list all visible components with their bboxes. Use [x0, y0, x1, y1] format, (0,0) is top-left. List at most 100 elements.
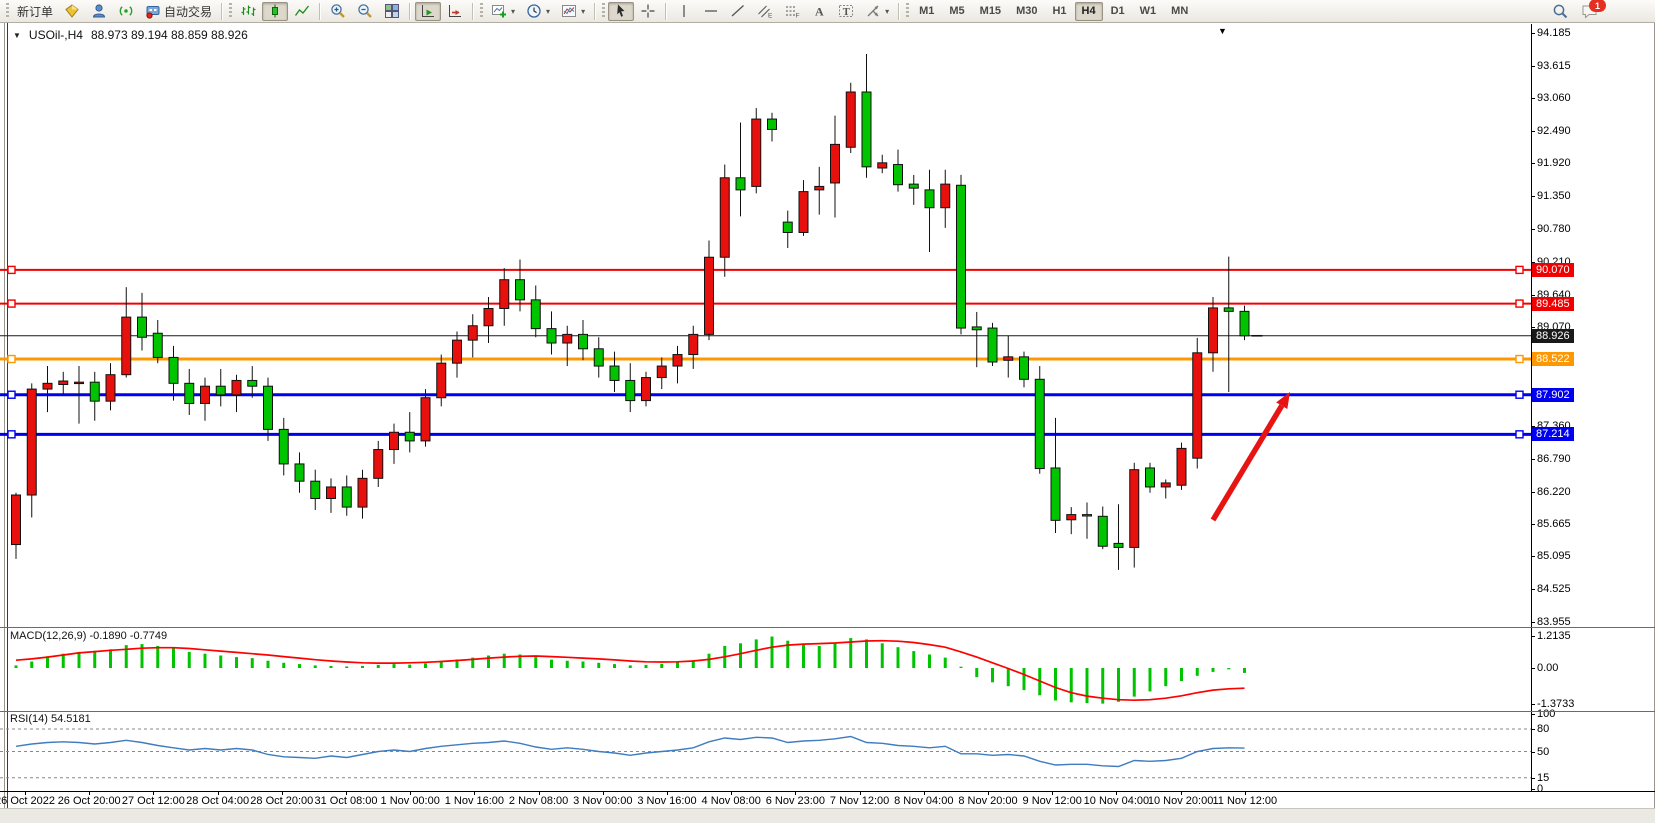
- toolbar-separator: [319, 3, 321, 20]
- price-tick-label: 90.780: [1537, 223, 1571, 235]
- macd-chart[interactable]: [0, 628, 1531, 710]
- price-tick: [1531, 33, 1535, 34]
- price-line-badge: 90.070: [1532, 263, 1574, 277]
- timeframe-m15[interactable]: M15: [973, 2, 1008, 21]
- dropdown-arrow: ▾: [885, 7, 889, 16]
- timeframe-d1[interactable]: D1: [1104, 2, 1132, 21]
- toolbar-grip[interactable]: [480, 3, 483, 19]
- toolbar-grip[interactable]: [6, 3, 9, 19]
- zoom-out-icon: [357, 3, 373, 19]
- macd-axis-label: 0.00: [1537, 662, 1558, 674]
- rsi-indicator-label: RSI(14) 54.5181: [10, 713, 91, 725]
- auto-scroll-button[interactable]: [415, 2, 441, 21]
- timeframe-h4[interactable]: H4: [1075, 2, 1103, 21]
- crosshair-button[interactable]: [635, 2, 661, 21]
- chart-shift-button[interactable]: [442, 2, 468, 21]
- time-label: 31 Oct 08:00: [315, 795, 378, 807]
- new-order-button[interactable]: 新订单: [12, 2, 58, 21]
- time-label: 8 Nov 04:00: [894, 795, 953, 807]
- timeframe-m1[interactable]: M1: [912, 2, 941, 21]
- horizontal-line-icon: [703, 3, 719, 19]
- price-tick-label: 93.060: [1537, 92, 1571, 104]
- timeframe-w1[interactable]: W1: [1133, 2, 1164, 21]
- bottom-scroll-strip[interactable]: [0, 808, 1655, 823]
- template-button[interactable]: ▾: [556, 2, 590, 21]
- notification-badge: 1: [1589, 0, 1606, 12]
- price-tick-label: 86.220: [1537, 486, 1571, 498]
- scroll-end-marker-icon[interactable]: ▼: [1218, 26, 1227, 36]
- rsi-panel[interactable]: [0, 712, 1531, 790]
- chart-bars-button[interactable]: [235, 2, 261, 21]
- timeframe-m30[interactable]: M30: [1009, 2, 1044, 21]
- time-label: 2 Nov 08:00: [509, 795, 568, 807]
- add-indicator-button[interactable]: ▾: [486, 2, 520, 21]
- toolbar-separator: [409, 3, 411, 20]
- autotrading-icon: [145, 3, 161, 19]
- chart-candles-button[interactable]: [262, 2, 288, 21]
- price-tick-label: 92.490: [1537, 125, 1571, 137]
- fibonacci-button[interactable]: F: [779, 2, 805, 21]
- arrows-button[interactable]: ▾: [860, 2, 894, 21]
- trendline-button[interactable]: [725, 2, 751, 21]
- candlestick-chart[interactable]: [0, 24, 1531, 627]
- signal-icon: [118, 3, 134, 19]
- price-tick-label: 84.525: [1537, 583, 1571, 595]
- mql-community-button[interactable]: [59, 2, 85, 21]
- text-label-button[interactable]: T: [833, 2, 859, 21]
- vertical-line-button[interactable]: [671, 2, 697, 21]
- rsi-axis-tick: [1531, 778, 1535, 779]
- price-tick: [1531, 622, 1535, 623]
- timeframe-mn[interactable]: MN: [1164, 2, 1195, 21]
- macd-panel-splitter[interactable]: [0, 627, 1655, 628]
- price-tick-label: 94.185: [1537, 27, 1571, 39]
- rsi-panel-splitter[interactable]: [0, 711, 1655, 712]
- horizontal-line-button[interactable]: [698, 2, 724, 21]
- rsi-axis-tick: [1531, 752, 1535, 753]
- periods-button[interactable]: ▾: [521, 2, 555, 21]
- zoom-out-button[interactable]: [352, 2, 378, 21]
- price-tick: [1531, 131, 1535, 132]
- bar-chart-icon: [240, 3, 256, 19]
- svg-text:F: F: [796, 13, 800, 20]
- svg-text:A: A: [815, 5, 824, 19]
- price-tick: [1531, 163, 1535, 164]
- tile-windows-button[interactable]: [379, 2, 405, 21]
- price-line-badge: 87.902: [1532, 388, 1574, 402]
- profile-button[interactable]: [86, 2, 112, 21]
- arrows-icon: [865, 3, 881, 19]
- time-label: 3 Nov 00:00: [573, 795, 632, 807]
- chart-line-button[interactable]: [289, 2, 315, 21]
- rsi-axis-tick: [1531, 729, 1535, 730]
- autotrading-button[interactable]: 自动交易: [140, 2, 217, 21]
- equidistant-channel-button[interactable]: E: [752, 2, 778, 21]
- search-button[interactable]: [1552, 3, 1569, 20]
- timeframe-m5[interactable]: M5: [942, 2, 971, 21]
- cursor-icon: [613, 3, 629, 19]
- cursor-button[interactable]: [608, 2, 634, 21]
- toolbar-grip[interactable]: [602, 3, 605, 19]
- price-line-badge: 88.926: [1532, 329, 1574, 343]
- price-line-badge: 89.485: [1532, 297, 1574, 311]
- new-order-label: 新订单: [17, 3, 53, 20]
- main-chart-area[interactable]: [0, 24, 1531, 627]
- macd-panel[interactable]: [0, 628, 1531, 710]
- rsi-axis-label: 50: [1537, 746, 1549, 758]
- toolbar-separator: [594, 3, 596, 20]
- collapse-triangle-icon[interactable]: ▼: [13, 31, 21, 40]
- time-label: 7 Nov 12:00: [830, 795, 889, 807]
- timeframe-h1[interactable]: H1: [1045, 2, 1073, 21]
- price-tick: [1531, 524, 1535, 525]
- toolbar: 新订单 自动交易: [0, 0, 1655, 23]
- rsi-chart[interactable]: [0, 712, 1531, 790]
- text-button[interactable]: A: [806, 2, 832, 21]
- toolbar-grip[interactable]: [906, 3, 909, 19]
- toolbar-grip[interactable]: [229, 3, 232, 19]
- notifications-button[interactable]: 1: [1581, 3, 1599, 20]
- toolbar-separator: [898, 3, 900, 20]
- clock-icon: [526, 3, 542, 19]
- signals-button[interactable]: [113, 2, 139, 21]
- macd-axis-tick: [1531, 704, 1535, 705]
- zoom-in-button[interactable]: [325, 2, 351, 21]
- time-label: 10 Nov 20:00: [1148, 795, 1213, 807]
- price-tick-label: 85.665: [1537, 518, 1571, 530]
